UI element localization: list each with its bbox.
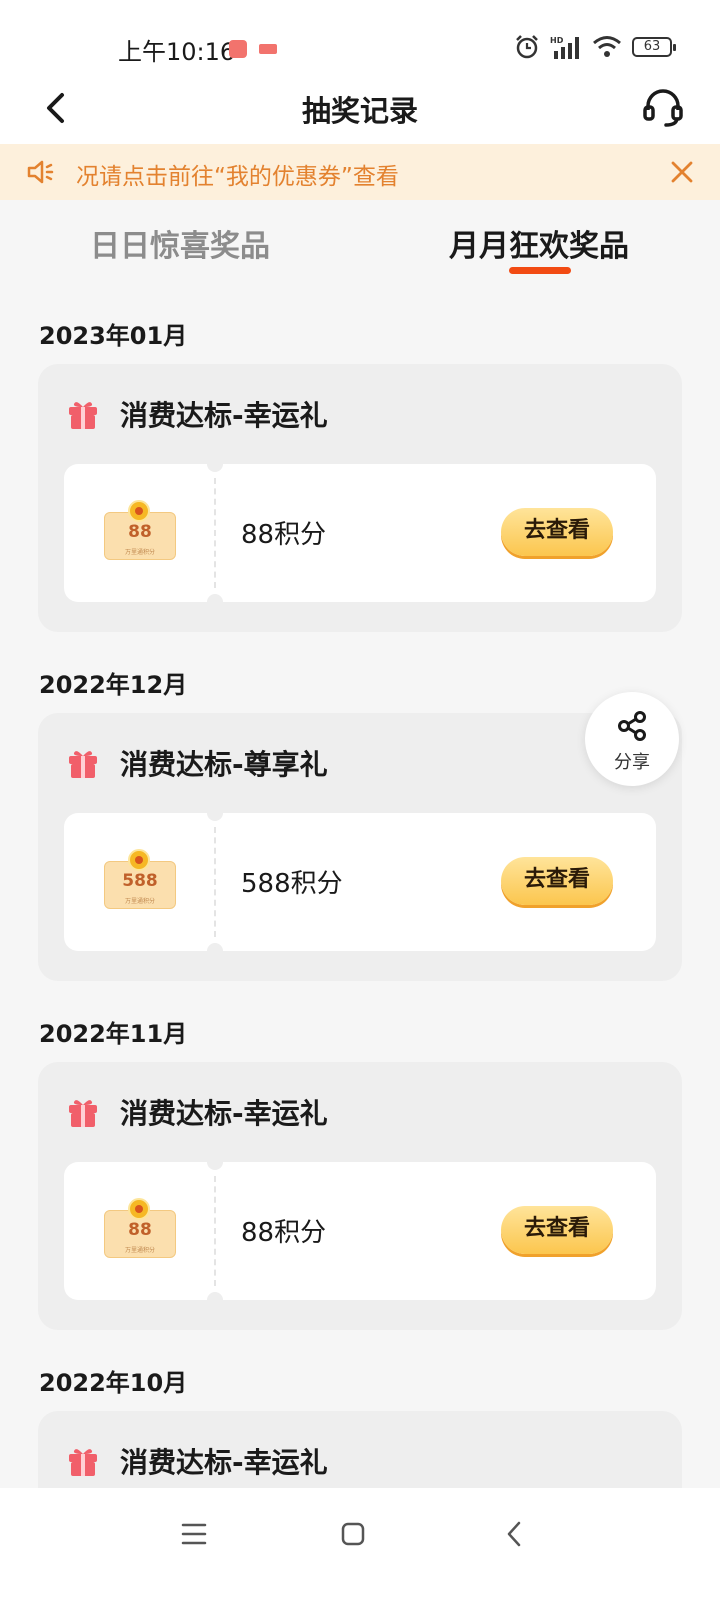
notification-icon	[259, 44, 277, 54]
tab-daily-prizes[interactable]: 日日惊喜奖品	[90, 221, 270, 265]
menu-button[interactable]	[174, 1514, 214, 1554]
alarm-icon	[516, 35, 538, 59]
status-time: 上午10:16	[118, 38, 236, 66]
active-tab-indicator	[509, 267, 571, 274]
ticket-notch	[207, 943, 223, 959]
card-title: 消费达标-幸运礼	[120, 1446, 328, 1479]
tab-monthly-prizes[interactable]: 月月狂欢奖品	[449, 221, 629, 265]
home-square-icon	[341, 1522, 365, 1546]
prize-ticket: 88 万里通积分 88积分 去查看	[64, 456, 656, 610]
month-label: 2022年11月	[39, 1020, 188, 1048]
gift-icon	[69, 402, 97, 429]
gift-icon	[69, 751, 97, 778]
coupon-value: 88	[128, 522, 152, 542]
prize-ticket: 588 万里通积分 588积分 去查看	[64, 805, 656, 959]
headset-icon	[643, 89, 683, 127]
status-icons: HD 63	[514, 34, 676, 60]
month-label: 2022年10月	[39, 1369, 188, 1397]
month-label: 2022年12月	[39, 671, 188, 699]
wifi-icon	[593, 36, 621, 57]
view-button[interactable]: 去查看	[501, 1206, 613, 1254]
card-title: 消费达标-幸运礼	[120, 399, 328, 432]
nav-bar: 抽奖记录	[0, 72, 720, 144]
menu-icon	[181, 1523, 207, 1545]
notification-icon	[229, 40, 247, 58]
system-nav-bar	[0, 1488, 720, 1600]
card-title: 消费达标-尊享礼	[120, 748, 328, 781]
close-icon[interactable]	[668, 158, 696, 186]
gift-icon	[69, 1449, 97, 1476]
card-header: 消费达标-尊享礼	[66, 743, 328, 783]
tab-bar: 日日惊喜奖品 月月狂欢奖品	[0, 205, 720, 285]
ticket-notch	[207, 594, 223, 610]
ticket-notch	[207, 1154, 223, 1170]
ticket-notch	[207, 456, 223, 472]
notice-text: 况请点击前往“我的优惠券”查看	[76, 164, 399, 190]
system-back-button[interactable]	[494, 1514, 534, 1554]
coupon-subtitle: 万里通积分	[124, 898, 155, 905]
record-card: 消费达标-幸运礼	[38, 1411, 682, 1488]
ticket-divider	[214, 478, 216, 588]
gift-icon	[69, 1100, 97, 1127]
medal-icon	[128, 1198, 150, 1220]
month-label: 2023年01月	[39, 322, 188, 350]
coupon-subtitle: 万里通积分	[124, 1247, 155, 1254]
view-button[interactable]: 去查看	[501, 857, 613, 905]
record-card: 消费达标-幸运礼 88 万里通积分 88积分 去查看	[38, 1062, 682, 1330]
battery-icon: 63	[632, 37, 676, 57]
points-coupon-icon: 88 万里通积分	[102, 1194, 178, 1268]
points-coupon-icon: 588 万里通积分	[102, 845, 178, 919]
share-button[interactable]: 分享	[585, 692, 679, 786]
ticket-notch	[207, 1292, 223, 1308]
card-title: 消费达标-幸运礼	[120, 1097, 328, 1130]
page-title: 抽奖记录	[301, 94, 418, 128]
ticket-divider	[214, 1176, 216, 1286]
ticket-divider	[214, 827, 216, 937]
notice-banner: 况请点击前往“我的优惠券”查看	[0, 144, 720, 200]
svg-text:HD: HD	[550, 36, 564, 45]
coupon-value: 588	[122, 871, 158, 891]
points-text: 88积分	[241, 520, 327, 550]
speaker-icon	[27, 160, 54, 184]
ticket-notch	[207, 805, 223, 821]
points-text: 588积分	[241, 869, 343, 899]
prize-ticket: 88 万里通积分 88积分 去查看	[64, 1154, 656, 1308]
points-text: 88积分	[241, 1218, 327, 1248]
coupon-value: 88	[128, 1220, 152, 1240]
card-header: 消费达标-幸运礼	[66, 1441, 328, 1481]
medal-icon	[128, 849, 150, 871]
medal-icon	[128, 500, 150, 522]
signal-icon: HD	[550, 36, 579, 59]
points-coupon-icon: 88 万里通积分	[102, 496, 178, 570]
card-header: 消费达标-幸运礼	[66, 1092, 328, 1132]
share-icon	[618, 711, 646, 741]
customer-service-button[interactable]	[640, 84, 686, 130]
share-label: 分享	[614, 752, 650, 773]
record-card: 消费达标-幸运礼 88 万里通积分 88积分 去查看	[38, 364, 682, 632]
view-button[interactable]: 去查看	[501, 508, 613, 556]
coupon-subtitle: 万里通积分	[124, 549, 155, 556]
home-button[interactable]	[333, 1514, 373, 1554]
back-triangle-icon	[507, 1521, 521, 1547]
card-header: 消费达标-幸运礼	[66, 394, 328, 434]
